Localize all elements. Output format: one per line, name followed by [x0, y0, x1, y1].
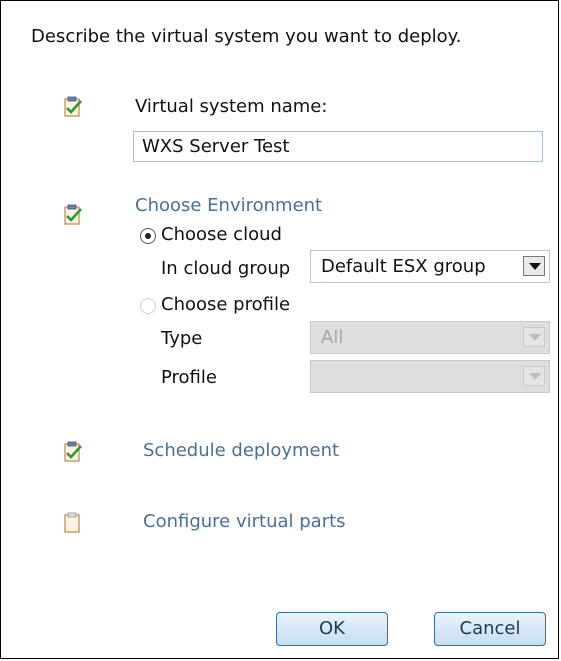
virtual-system-name-input[interactable]	[133, 131, 543, 162]
schedule-deployment-link[interactable]: Schedule deployment	[143, 440, 339, 461]
dialog-intro: Describe the virtual system you want to …	[31, 26, 462, 47]
clipboard-check-icon	[64, 96, 82, 117]
type-label: Type	[161, 328, 203, 349]
chevron-down-icon[interactable]	[523, 256, 545, 276]
clipboard-check-icon	[64, 441, 82, 462]
ok-button[interactable]: OK	[276, 612, 388, 646]
choose-cloud-label: Choose cloud	[161, 224, 282, 245]
type-select[interactable]: All	[310, 321, 550, 354]
choose-environment-link[interactable]: Choose Environment	[135, 195, 322, 216]
cloud-group-label: In cloud group	[161, 258, 291, 279]
type-value: All	[321, 327, 344, 348]
clipboard-check-icon	[64, 204, 82, 225]
chevron-down-icon[interactable]	[523, 366, 545, 386]
choose-cloud-radio[interactable]	[140, 228, 156, 244]
clipboard-empty-icon	[64, 512, 80, 533]
cloud-group-value: Default ESX group	[321, 256, 486, 277]
choose-profile-label: Choose profile	[161, 294, 291, 315]
profile-select[interactable]	[310, 360, 550, 393]
profile-label: Profile	[161, 367, 217, 388]
cancel-button[interactable]: Cancel	[434, 612, 546, 646]
cloud-group-select[interactable]: Default ESX group	[310, 250, 550, 283]
choose-profile-radio[interactable]	[140, 298, 156, 314]
chevron-down-icon[interactable]	[523, 327, 545, 347]
configure-virtual-parts-link[interactable]: Configure virtual parts	[143, 511, 346, 532]
virtual-system-name-label: Virtual system name:	[135, 96, 328, 117]
